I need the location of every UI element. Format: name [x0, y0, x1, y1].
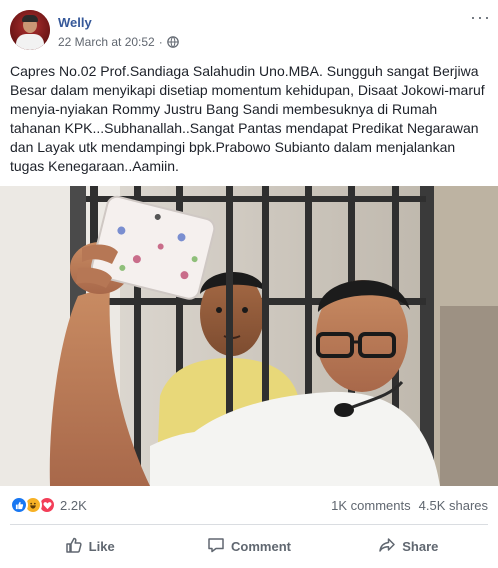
selfie-in-jail-image [0, 186, 498, 486]
author-name[interactable]: Welly [58, 15, 92, 30]
post-header: Welly 22 March at 20:52 · ··· [10, 8, 490, 54]
comments-count[interactable]: 1K comments [331, 498, 410, 513]
comment-bubble-icon [207, 536, 225, 557]
facebook-post: Welly 22 March at 20:52 · ··· Capres No.… [0, 0, 498, 568]
globe-icon[interactable] [166, 36, 179, 48]
share-label: Share [402, 538, 439, 554]
post-meta: 22 March at 20:52 · [58, 35, 179, 49]
reaction-count[interactable]: 2.2K [60, 498, 87, 513]
thumbs-up-icon [65, 536, 83, 557]
like-reaction-icon [10, 496, 28, 514]
shares-count[interactable]: 4.5K shares [419, 498, 488, 513]
like-label: Like [88, 538, 115, 554]
post-timestamp[interactable]: 22 March at 20:52 [58, 35, 155, 49]
reactions-summary[interactable]: 2.2K [10, 496, 87, 514]
post-actions: Like Comment Share [10, 529, 488, 563]
engagement-stats: 2.2K 1K comments 4.5K shares [10, 494, 488, 516]
divider [10, 524, 488, 525]
author-avatar[interactable] [10, 10, 50, 50]
share-button[interactable]: Share [329, 529, 488, 563]
like-button[interactable]: Like [10, 529, 169, 563]
post-text: Capres No.02 Prof.Sandiaga Salahudin Uno… [10, 63, 485, 174]
comment-label: Comment [231, 538, 291, 554]
post-photo[interactable] [0, 186, 498, 486]
comment-share-counts: 1K comments 4.5K shares [331, 498, 488, 513]
meta-separator: · [158, 35, 163, 49]
comment-button[interactable]: Comment [169, 529, 328, 563]
more-options-icon[interactable]: ··· [470, 8, 490, 28]
share-arrow-icon [378, 536, 396, 557]
